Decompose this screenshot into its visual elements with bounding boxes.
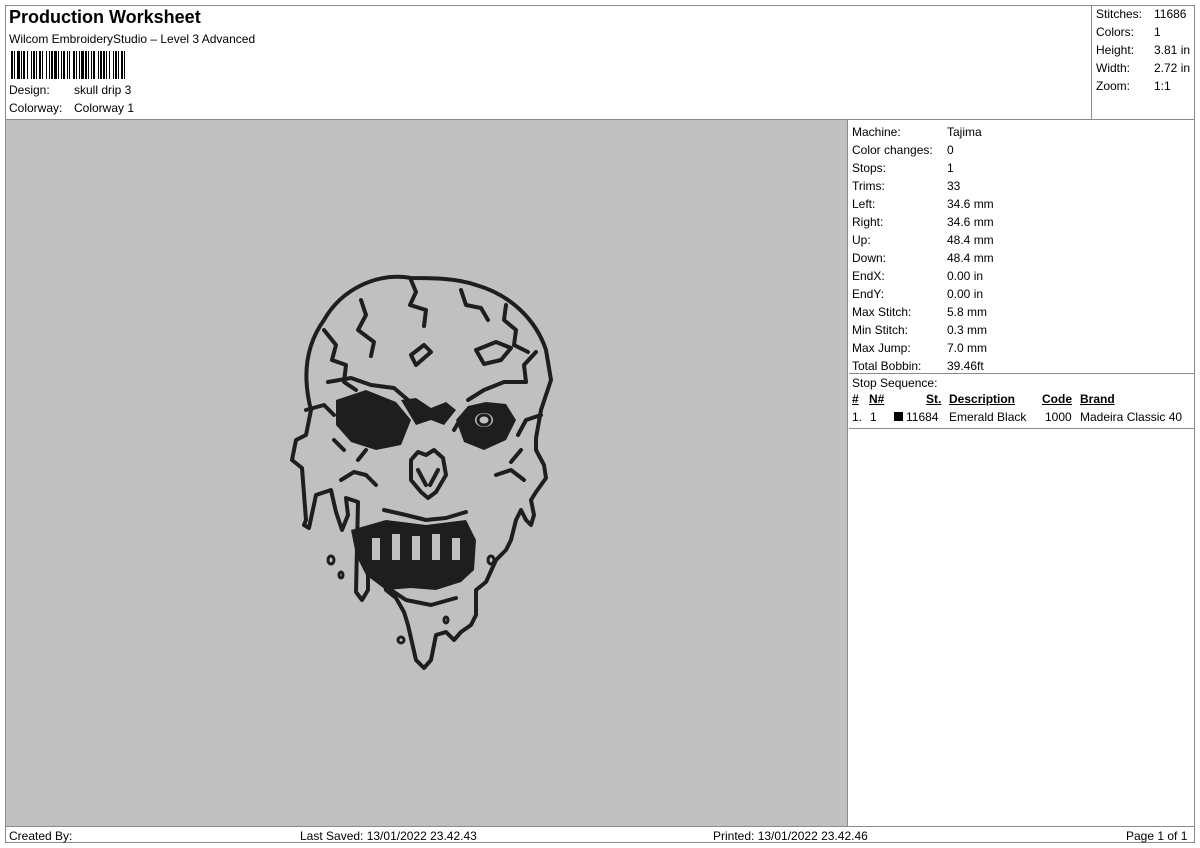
detail-label: Stops:: [852, 161, 887, 175]
detail-row: Down: 48.4 mm: [852, 251, 994, 265]
sequence-divider: [849, 428, 1195, 429]
col-needle-header: N#: [869, 392, 885, 406]
detail-row: Total Bobbin: 39.46ft: [852, 359, 984, 373]
detail-row: Machine: Tajima: [852, 125, 982, 139]
stat-zoom: Zoom: 1:1: [1096, 79, 1171, 93]
stat-value: 2.72 in: [1154, 61, 1191, 75]
design-value: skull drip 3: [74, 83, 132, 97]
stat-label: Colors:: [1096, 25, 1135, 39]
detail-row: Left: 34.6 mm: [852, 197, 994, 211]
detail-row: Max Stitch: 5.8 mm: [852, 305, 987, 319]
detail-value: 48.4 mm: [947, 233, 994, 247]
col-description-header: Description: [949, 392, 1016, 406]
worksheet-footer: Created By: Last Saved: 13/01/2022 23.42…: [6, 826, 1195, 843]
detail-row: Max Jump: 7.0 mm: [852, 341, 987, 355]
detail-value: 39.46ft: [947, 359, 984, 373]
detail-label: EndY:: [852, 287, 885, 301]
stat-value: 1: [1154, 25, 1161, 39]
detail-value: 1: [947, 161, 954, 175]
row-stitches: 11684: [906, 410, 939, 424]
barcode: [11, 51, 209, 79]
stat-stitches: Stitches: 11686: [1096, 7, 1186, 21]
detail-row: Trims: 33: [852, 179, 960, 193]
detail-label: Trims:: [852, 179, 885, 193]
colorway-label: Colorway:: [9, 101, 63, 115]
row-num: 1.: [852, 410, 863, 424]
detail-label: Up:: [852, 233, 871, 247]
col-code-header: Code: [1042, 392, 1072, 406]
design-label: Design:: [9, 83, 50, 97]
detail-label: Left:: [852, 197, 876, 211]
stat-label: Width:: [1096, 61, 1131, 75]
detail-row: Stops: 1: [852, 161, 954, 175]
detail-row: Up: 48.4 mm: [852, 233, 994, 247]
detail-value: 34.6 mm: [947, 215, 994, 229]
detail-value: 48.4 mm: [947, 251, 994, 265]
detail-value: 33: [947, 179, 961, 193]
stat-label: Zoom:: [1096, 79, 1131, 93]
stat-height: Height: 3.81 in: [1096, 43, 1190, 57]
worksheet-header: Production Worksheet Wilcom EmbroiderySt…: [6, 6, 1091, 119]
detail-value: 5.8 mm: [947, 305, 988, 319]
stat-value: 1:1: [1154, 79, 1171, 93]
detail-row: Color changes: 0: [852, 143, 954, 157]
stat-value: 3.81 in: [1154, 43, 1191, 57]
colorway-value: Colorway 1: [74, 101, 135, 115]
stats-panel: Stitches: 11686 Colors: 1 Height: 3.81 in W…: [1091, 6, 1195, 119]
detail-value: 0.00 in: [947, 287, 984, 301]
row-brand: Madeira Classic 40: [1080, 410, 1183, 424]
detail-value: 34.6 mm: [947, 197, 994, 211]
stop-sequence-title: Stop Sequence:: [852, 376, 938, 390]
detail-row: EndY: 0.00 in: [852, 287, 983, 301]
col-stitches-header: St.: [926, 392, 942, 406]
production-worksheet: Production Worksheet Wilcom EmbroiderySt…: [5, 5, 1195, 843]
software-name: Wilcom EmbroideryStudio – Level 3 Advanc…: [9, 32, 256, 46]
detail-value: Tajima: [947, 125, 982, 139]
detail-value: 0: [947, 143, 954, 157]
detail-label: Max Jump:: [852, 341, 911, 355]
thread-color-swatch: [894, 412, 903, 421]
detail-row: EndX: 0.00 in: [852, 269, 983, 283]
last-saved: Last Saved: 13/01/2022 23.42.43: [300, 829, 477, 843]
detail-label: Machine:: [852, 125, 901, 139]
detail-row: Right: 34.6 mm: [852, 215, 994, 229]
stat-label: Height:: [1096, 43, 1135, 57]
detail-value: 0.3 mm: [947, 323, 988, 337]
design-row: Design: skull drip 3: [9, 83, 131, 97]
row-description: Emerald Black: [949, 410, 1027, 424]
colorway-row: Colorway: Colorway 1: [9, 101, 134, 115]
detail-value: 0.00 in: [947, 269, 984, 283]
detail-value: 7.0 mm: [947, 341, 988, 355]
created-by: Created By:: [9, 829, 73, 843]
stat-colors: Colors: 1: [1096, 25, 1161, 39]
detail-label: Min Stitch:: [852, 323, 909, 337]
details-divider: [849, 373, 1195, 374]
printed-date: Printed: 13/01/2022 23.42.46: [713, 829, 868, 843]
page-number: Page 1 of 1: [1126, 829, 1188, 843]
stat-width: Width: 2.72 in: [1096, 61, 1190, 75]
detail-label: Down:: [852, 251, 887, 265]
col-num-header: #: [852, 392, 859, 406]
detail-row: Min Stitch: 0.3 mm: [852, 323, 987, 337]
stat-label: Stitches:: [1096, 7, 1143, 21]
row-code: 1000: [1045, 410, 1072, 424]
detail-label: Total Bobbin:: [852, 359, 922, 373]
stat-value: 11686: [1154, 7, 1187, 21]
row-needle: 1: [870, 410, 877, 424]
detail-label: Color changes:: [852, 143, 933, 157]
detail-label: EndX:: [852, 269, 885, 283]
detail-label: Right:: [852, 215, 884, 229]
worksheet-title: Production Worksheet: [9, 7, 201, 27]
skull-drip-embroidery-image: [290, 274, 553, 670]
detail-label: Max Stitch:: [852, 305, 912, 319]
details-panel: Stop Sequence: # N# St. Description Code…: [849, 120, 1195, 826]
col-brand-header: Brand: [1080, 392, 1115, 406]
design-preview: [6, 120, 848, 826]
